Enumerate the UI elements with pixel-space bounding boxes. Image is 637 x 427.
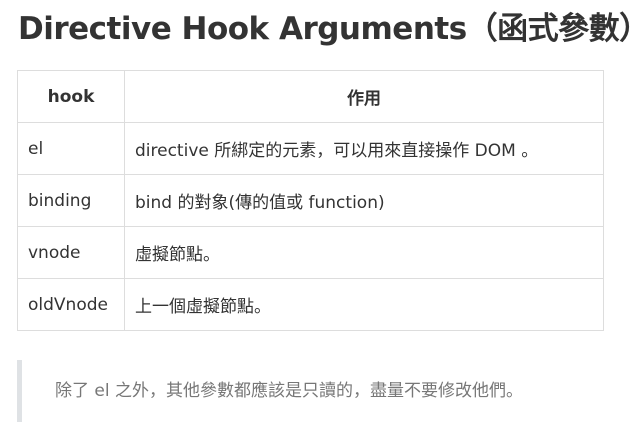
page-title: Directive Hook Arguments（函式參數） bbox=[18, 11, 637, 47]
hook-description-cell: directive 所綁定的元素，可以用來直接操作 DOM 。 bbox=[124, 122, 604, 175]
hook-arguments-table: hook 作用 el directive 所綁定的元素，可以用來直接操作 DOM… bbox=[17, 70, 604, 331]
note-text: 除了 el 之外，其他參數都應該是只讀的，盡量不要修改他們。 bbox=[55, 381, 523, 401]
hook-name-cell: vnode bbox=[17, 226, 125, 279]
table-header-row: hook 作用 bbox=[17, 70, 604, 123]
column-header-purpose: 作用 bbox=[124, 70, 604, 123]
hook-name-cell: oldVnode bbox=[17, 278, 125, 331]
hook-description-cell: 虛擬節點。 bbox=[124, 226, 604, 279]
hook-name-cell: binding bbox=[17, 174, 125, 227]
hook-description-cell: 上一個虛擬節點。 bbox=[124, 278, 604, 331]
hook-description-cell: bind 的對象(傳的值或 function) bbox=[124, 174, 604, 227]
table-row: vnode 虛擬節點。 bbox=[17, 226, 604, 279]
hook-name-cell: el bbox=[17, 122, 125, 175]
table-row: oldVnode 上一個虛擬節點。 bbox=[17, 278, 604, 331]
read-only-note-blockquote: 除了 el 之外，其他參數都應該是只讀的，盡量不要修改他們。 bbox=[17, 360, 637, 422]
table-row: binding bind 的對象(傳的值或 function) bbox=[17, 174, 604, 227]
table-row: el directive 所綁定的元素，可以用來直接操作 DOM 。 bbox=[17, 122, 604, 175]
column-header-hook: hook bbox=[17, 70, 125, 123]
